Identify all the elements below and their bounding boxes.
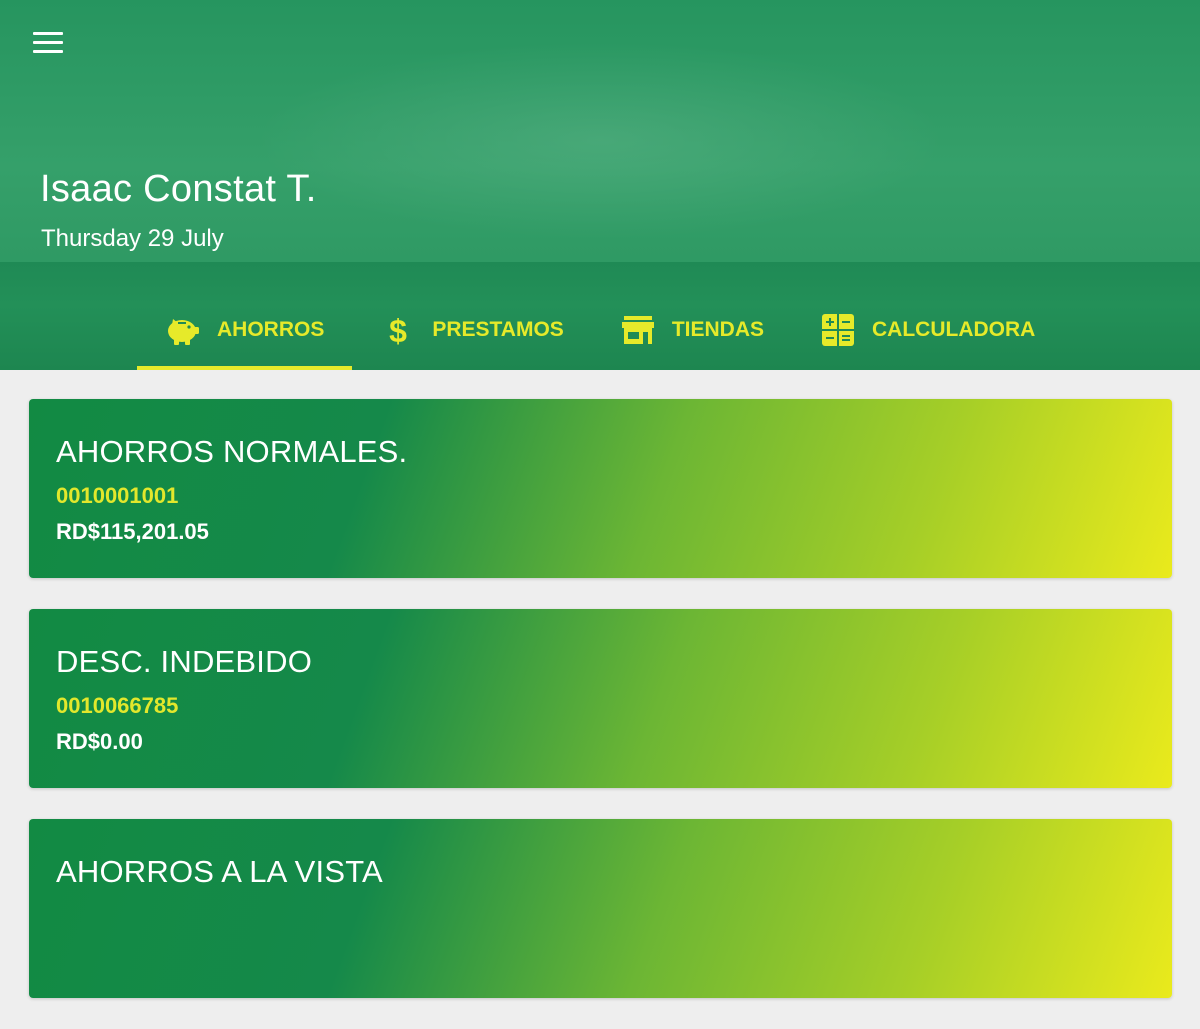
tab-label-tiendas: TIENDAS: [671, 318, 764, 341]
header-background-glow: [250, 40, 950, 240]
svg-text:$: $: [389, 313, 407, 347]
account-number: 0010001001: [56, 483, 179, 508]
account-title: AHORROS NORMALES.: [56, 434, 408, 469]
tab-label-ahorros: AHORROS: [217, 318, 325, 341]
account-title: AHORROS A LA VISTA: [56, 854, 383, 889]
account-card[interactable]: DESC. INDEBIDO 0010066785 RD$0.00: [29, 609, 1172, 788]
calculator-icon: [820, 312, 856, 348]
tab-tiendas[interactable]: TIENDAS: [592, 290, 792, 370]
dollar-icon: $: [380, 312, 416, 348]
tab-label-calculadora: CALCULADORA: [872, 318, 1036, 341]
tab-bar: AHORROS $ PRESTAMOS TIENDAS CALCULADORA: [137, 290, 1063, 370]
hamburger-menu-icon[interactable]: [30, 30, 66, 56]
account-title: DESC. INDEBIDO: [56, 644, 313, 679]
tab-prestamos[interactable]: $ PRESTAMOS: [352, 290, 591, 370]
account-list: AHORROS NORMALES. 0010001001 RD$115,201.…: [29, 399, 1172, 1029]
account-number: 0010066785: [56, 693, 179, 718]
tab-calculadora[interactable]: CALCULADORA: [792, 290, 1063, 370]
current-date: Thursday 29 July: [41, 225, 224, 252]
account-card[interactable]: AHORROS NORMALES. 0010001001 RD$115,201.…: [29, 399, 1172, 578]
account-card[interactable]: AHORROS A LA VISTA: [29, 819, 1172, 998]
piggy-bank-icon: [165, 312, 201, 348]
tab-label-prestamos: PRESTAMOS: [432, 318, 564, 341]
store-icon: [620, 312, 656, 348]
account-balance: RD$115,201.05: [56, 519, 209, 544]
tab-ahorros[interactable]: AHORROS: [137, 290, 353, 370]
header: Isaac Constat T. Thursday 29 July AHORRO…: [0, 0, 1200, 370]
user-name: Isaac Constat T.: [40, 168, 317, 210]
account-balance: RD$0.00: [56, 729, 143, 754]
